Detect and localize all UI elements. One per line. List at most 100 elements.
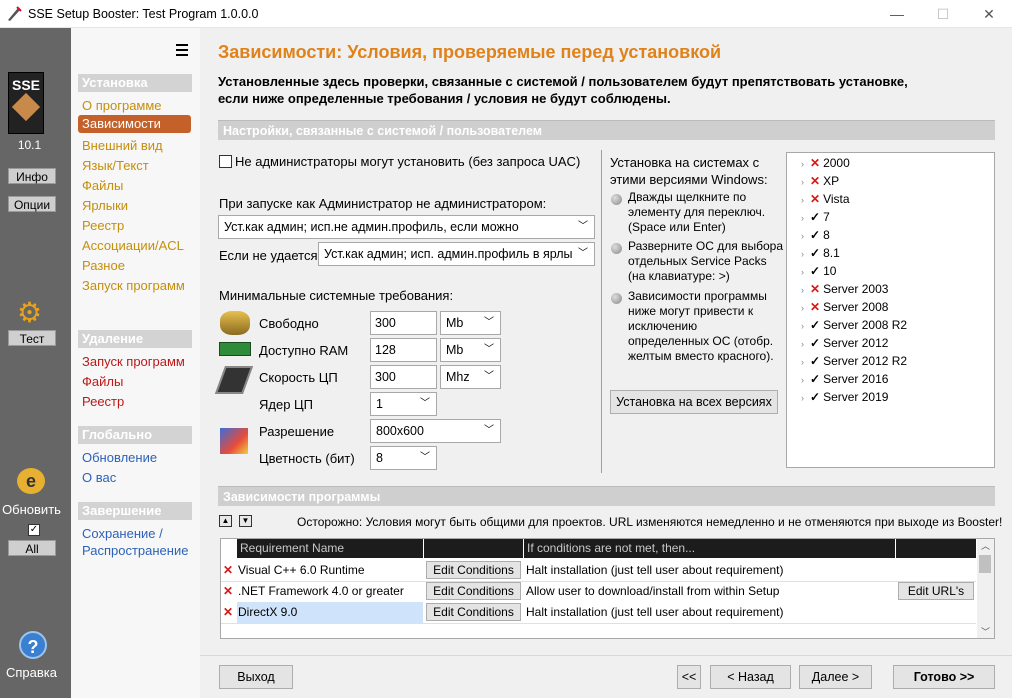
check-icon: ✓ [810,336,821,350]
version-item[interactable]: › ✕ Server 2008 [801,300,888,318]
nav-item-un-registry[interactable]: Реестр [82,394,124,409]
color-depth-select[interactable]: 8 ﹀ [370,446,437,470]
cores-select[interactable]: 1 ﹀ [370,392,437,416]
nav-item-language[interactable]: Язык/Текст [82,158,149,173]
run-as-select[interactable]: Уст.как админ; исп.не админ.профиль, есл… [218,215,595,239]
version-item[interactable]: › ✕ Vista [801,192,850,210]
nav-item-shortcuts[interactable]: Ярлыки [82,198,128,213]
nav-item-un-files[interactable]: Файлы [82,374,123,389]
next-button[interactable]: Далее > [799,665,872,689]
nav-item-update[interactable]: Обновление [82,450,157,465]
version-item[interactable]: › ✓ Server 2019 [801,390,888,408]
chevron-right-icon[interactable]: › [801,195,804,205]
chevron-right-icon[interactable]: › [801,249,804,259]
move-down-icon[interactable]: ▼ [239,515,252,527]
chevron-right-icon[interactable]: › [801,357,804,367]
remove-icon[interactable]: ✕ [223,581,233,602]
nav-item-save[interactable]: Сохранение / [82,526,163,541]
ram-icon [219,342,251,356]
chevron-right-icon[interactable]: › [801,375,804,385]
nav-item-associations[interactable]: Ассоциации/ACL [82,238,184,253]
remove-icon[interactable]: ✕ [223,602,233,623]
chevron-right-icon[interactable]: › [801,285,804,295]
finish-button[interactable]: Готово >> [893,665,995,689]
remove-icon[interactable]: ✕ [223,560,233,581]
hamburger-menu-icon[interactable] [176,44,188,56]
chevron-right-icon[interactable]: › [801,267,804,277]
chevron-right-icon[interactable]: › [801,303,804,313]
nav-item-appearance[interactable]: Внешний вид [82,138,163,153]
options-button[interactable]: Опции [8,196,56,212]
version-name: Server 2012 R2 [823,354,908,368]
nav-item-run-programs[interactable]: Запуск программ [82,278,185,293]
nonadmin-checkbox[interactable] [219,155,232,168]
all-checkbox[interactable]: ✓ [28,524,40,536]
nav-item-misc[interactable]: Разное [82,258,125,273]
move-up-icon[interactable]: ▲ [219,515,232,527]
chevron-right-icon[interactable]: › [801,177,804,187]
version-item[interactable]: › ✓ Server 2012 [801,336,888,354]
cross-icon: ✕ [810,174,821,188]
cpu-input[interactable]: 300 [370,365,437,389]
requirement-action[interactable]: Allow user to download/install from with… [526,581,779,602]
version-item[interactable]: › ✓ Server 2012 R2 [801,354,907,372]
version-item[interactable]: › ✓ 8.1 [801,246,840,264]
edit-conditions-button[interactable]: Edit Conditions [426,561,521,579]
nav-item-files[interactable]: Файлы [82,178,123,193]
update-button[interactable]: Обновить [0,502,67,517]
requirement-action[interactable]: Halt installation (just tell user about … [526,602,783,623]
info-button[interactable]: Инфо [8,168,56,184]
chevron-right-icon[interactable]: › [801,339,804,349]
grid-scrollbar[interactable]: ︿ ﹀ [977,539,994,638]
edit-conditions-button[interactable]: Edit Conditions [426,582,521,600]
version-item[interactable]: › ✕ Server 2003 [801,282,888,300]
table-row[interactable]: ✕ Visual C++ 6.0 Runtime Edit Conditions… [221,560,976,581]
chevron-right-icon[interactable]: › [801,159,804,169]
scroll-thumb [979,555,991,573]
chevron-right-icon[interactable]: › [801,213,804,223]
chevron-right-icon[interactable]: › [801,321,804,331]
back-button[interactable]: < Назад [710,665,791,689]
table-row[interactable]: ✕ DirectX 9.0 Edit Conditions Halt insta… [221,602,976,623]
version-item[interactable]: › ✕ 2000 [801,156,850,174]
chevron-right-icon[interactable]: › [801,393,804,403]
nav-header-finish: Завершение [78,502,192,520]
nav-item-registry[interactable]: Реестр [82,218,124,233]
page-title: Зависимости: Условия, проверяемые перед … [218,42,722,62]
fail-select[interactable]: Уст.как админ; исп. админ.профиль в ярлы… [318,242,595,266]
all-button[interactable]: All [8,540,56,556]
maximize-button[interactable]: ☐ [920,0,966,28]
requirement-name: DirectX 9.0 [238,605,298,619]
exit-button[interactable]: Выход [219,665,293,689]
edit-urls-button[interactable]: Edit URL's [898,582,974,600]
windows-versions-tree[interactable]: › ✕ 2000 › ✕ XP › ✕ Vista › ✓ 7 › ✓ 8 › ✓ 8.1 › ✓ 10 › ✕ Server… [786,152,995,468]
install-all-versions-button[interactable]: Установка на всех версиях [610,390,778,414]
free-unit-select[interactable]: Mb ﹀ [440,311,501,335]
test-button[interactable]: Тест [8,330,56,346]
sse-logo: SSE [8,72,44,134]
nav-item-about[interactable]: О программе [82,98,162,113]
free-space-input[interactable]: 300 [370,311,437,335]
nav-item-dependencies[interactable]: Зависимости [78,115,191,133]
version-item[interactable]: › ✓ Server 2008 R2 [801,318,907,336]
help-button[interactable]: Справка [0,665,67,680]
version-item[interactable]: › ✓ 7 [801,210,830,228]
minimize-button[interactable]: — [874,0,920,28]
edit-conditions-button[interactable]: Edit Conditions [426,603,521,621]
close-button[interactable]: ✕ [966,0,1012,28]
chevron-right-icon[interactable]: › [801,231,804,241]
cpu-unit-select[interactable]: Mhz ﹀ [440,365,501,389]
version-item[interactable]: › ✕ XP [801,174,839,192]
nav-item-distribute[interactable]: Распространение [82,543,188,558]
nav-item-about-you[interactable]: О вас [82,470,116,485]
resolution-select[interactable]: 800x600 ﹀ [370,419,501,443]
version-item[interactable]: › ✓ 10 [801,264,836,282]
ram-input[interactable]: 128 [370,338,437,362]
requirement-action[interactable]: Halt installation (just tell user about … [526,560,783,581]
version-item[interactable]: › ✓ 8 [801,228,830,246]
ram-unit-select[interactable]: Mb ﹀ [440,338,501,362]
first-page-button[interactable]: << [677,665,701,689]
nav-item-un-run-programs[interactable]: Запуск программ [82,354,185,369]
table-row[interactable]: ✕ .NET Framework 4.0 or greater Edit Con… [221,581,976,602]
version-item[interactable]: › ✓ Server 2016 [801,372,888,390]
